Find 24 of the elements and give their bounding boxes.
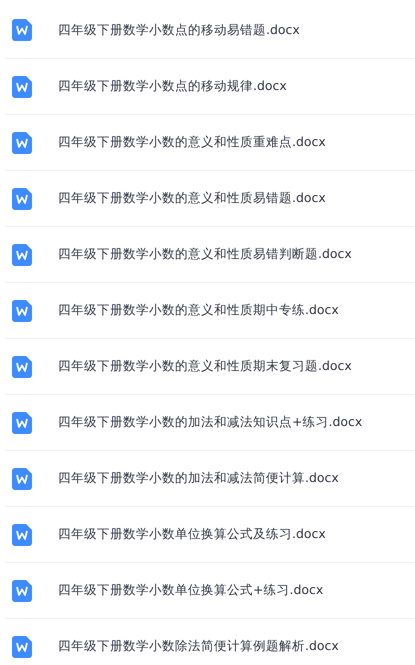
file-name[interactable]: 四年级下册数学小数点的移动规律.docx	[58, 77, 287, 96]
document-icon	[12, 188, 32, 210]
file-name[interactable]: 四年级下册数学小数单位换算公式+练习.docx	[58, 581, 324, 600]
file-name[interactable]: 四年级下册数学小数单位换算公式及练习.docx	[58, 525, 326, 544]
file-name[interactable]: 四年级下册数学小数的意义和性质易错题.docx	[58, 189, 326, 208]
document-icon	[12, 132, 32, 154]
document-icon	[12, 356, 32, 378]
document-icon	[12, 636, 32, 658]
document-icon	[12, 580, 32, 602]
document-icon	[12, 76, 32, 98]
document-icon	[12, 468, 32, 490]
document-icon	[12, 412, 32, 434]
file-name[interactable]: 四年级下册数学小数的意义和性质重难点.docx	[58, 133, 326, 152]
file-name[interactable]: 四年级下册数学小数的意义和性质期中专练.docx	[58, 301, 339, 320]
file-name[interactable]: 四年级下册数学小数的意义和性质易错判断题.docx	[58, 245, 352, 264]
file-name[interactable]: 四年级下册数学小数的加法和减法简便计算.docx	[58, 469, 339, 488]
file-name[interactable]: 四年级下册数学小数除法简便计算例题解析.docx	[58, 637, 339, 656]
file-name[interactable]: 四年级下册数学小数的加法和减法知识点+练习.docx	[58, 413, 362, 432]
document-icon	[12, 244, 32, 266]
document-icon	[12, 300, 32, 322]
document-icon	[12, 524, 32, 546]
file-name[interactable]: 四年级下册数学小数的意义和性质期末复习题.docx	[58, 357, 352, 376]
document-icon	[12, 19, 32, 41]
file-name[interactable]: 四年级下册数学小数点的移动易错题.docx	[58, 20, 300, 40]
